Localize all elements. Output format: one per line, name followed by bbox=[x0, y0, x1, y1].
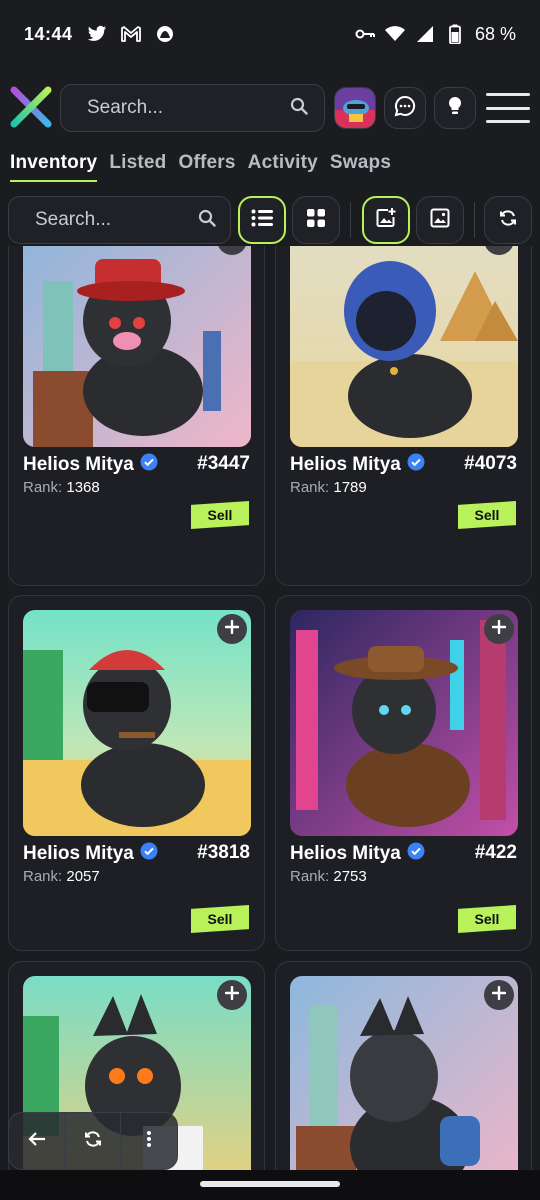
nft-collection-name: Helios Mitya bbox=[290, 843, 401, 864]
battery-percent: 68 % bbox=[474, 23, 516, 44]
tips-button[interactable] bbox=[434, 87, 476, 129]
rank-value: 2057 bbox=[66, 868, 100, 885]
sell-button[interactable]: Sell bbox=[458, 905, 516, 933]
home-gesture-handle[interactable] bbox=[200, 1181, 340, 1187]
nft-card[interactable]: Helios Mitya #4073 Rank: 1789 Sell bbox=[275, 246, 532, 586]
image-icon bbox=[430, 208, 450, 233]
signal-icon bbox=[415, 24, 435, 44]
app-header bbox=[0, 80, 540, 136]
plus-icon bbox=[491, 985, 507, 1005]
tab-swaps[interactable]: Swaps bbox=[330, 152, 391, 182]
battery-icon bbox=[445, 24, 465, 44]
twitter-icon bbox=[87, 24, 107, 44]
chat-button[interactable] bbox=[384, 87, 426, 129]
nft-collection-name: Helios Mitya bbox=[23, 454, 134, 475]
floating-nav bbox=[8, 1112, 178, 1170]
add-to-selection-button[interactable] bbox=[217, 614, 247, 644]
plus-icon bbox=[224, 619, 240, 639]
verified-badge-icon bbox=[140, 842, 158, 866]
nft-rank: Rank: 2753 bbox=[290, 868, 367, 885]
list-view-icon bbox=[251, 209, 273, 232]
avatar[interactable] bbox=[334, 87, 376, 129]
header-search-input[interactable] bbox=[87, 97, 290, 119]
refresh-icon bbox=[84, 1130, 102, 1153]
chat-icon bbox=[394, 95, 416, 122]
verified-badge-icon bbox=[407, 842, 425, 866]
inventory-toolbar bbox=[0, 194, 540, 246]
sell-button[interactable]: Sell bbox=[458, 501, 516, 529]
rank-value: 2753 bbox=[333, 868, 367, 885]
nft-image[interactable] bbox=[290, 246, 518, 447]
nft-token-number: #3818 bbox=[197, 842, 250, 863]
search-icon[interactable] bbox=[198, 209, 216, 232]
plus-icon bbox=[224, 985, 240, 1005]
add-to-selection-button[interactable] bbox=[484, 614, 514, 644]
plus-icon bbox=[492, 246, 506, 250]
nft-token-number: #422 bbox=[474, 842, 517, 863]
nft-image[interactable] bbox=[23, 246, 251, 447]
app-notification-icon bbox=[155, 24, 175, 44]
nft-card[interactable]: Helios Mitya #3818 Rank: 2057 Sell bbox=[8, 595, 265, 951]
add-to-selection-button[interactable] bbox=[484, 980, 514, 1010]
inventory-search-field[interactable] bbox=[8, 196, 231, 244]
more-button[interactable] bbox=[121, 1112, 177, 1170]
nft-grid: Helios Mitya #3447 Rank: 1368 Sell Helio… bbox=[0, 246, 540, 1170]
tab-inventory[interactable]: Inventory bbox=[10, 152, 98, 182]
grid-view-button[interactable] bbox=[292, 196, 340, 244]
vpn-key-icon bbox=[355, 24, 375, 44]
verified-badge-icon bbox=[140, 453, 158, 477]
inventory-search-input[interactable] bbox=[35, 209, 198, 231]
nft-token-number: #4073 bbox=[464, 453, 517, 474]
nft-rank: Rank: 1789 bbox=[290, 479, 367, 496]
gmail-icon bbox=[120, 24, 141, 44]
list-view-button[interactable] bbox=[238, 196, 286, 244]
nft-rank: Rank: 1368 bbox=[23, 479, 100, 496]
nft-card[interactable]: Helios Mitya #3447 Rank: 1368 Sell bbox=[8, 246, 265, 586]
more-vertical-icon bbox=[146, 1130, 152, 1153]
tab-offers[interactable]: Offers bbox=[178, 152, 235, 182]
rank-label: Rank: bbox=[290, 479, 330, 496]
nft-card[interactable]: Helios Mitya #422 Rank: 2753 Sell bbox=[275, 595, 532, 951]
refresh-button[interactable] bbox=[484, 196, 532, 244]
status-time: 14:44 bbox=[24, 23, 73, 44]
wifi-icon bbox=[384, 24, 405, 44]
rank-label: Rank: bbox=[290, 868, 330, 885]
lightbulb-icon bbox=[447, 96, 463, 121]
nft-image[interactable] bbox=[23, 610, 251, 836]
verified-badge-icon bbox=[407, 453, 425, 477]
status-bar: 14:44 68 % bbox=[0, 0, 540, 68]
nft-token-number: #3447 bbox=[197, 453, 250, 474]
nft-image[interactable] bbox=[290, 610, 518, 836]
sell-button[interactable]: Sell bbox=[191, 905, 249, 933]
grid-view-icon bbox=[306, 208, 326, 233]
inventory-tabs: Inventory Listed Offers Activity Swaps bbox=[10, 152, 391, 186]
system-gesture-bar bbox=[0, 1170, 540, 1200]
logo-x-icon[interactable] bbox=[10, 86, 52, 128]
rank-label: Rank: bbox=[23, 479, 63, 496]
search-icon[interactable] bbox=[290, 97, 308, 120]
arrow-left-icon bbox=[27, 1131, 46, 1152]
image-view-button[interactable] bbox=[416, 196, 464, 244]
header-search-field[interactable] bbox=[60, 84, 325, 132]
nft-collection-name: Helios Mitya bbox=[23, 843, 134, 864]
nft-image[interactable] bbox=[290, 976, 518, 1170]
rank-label: Rank: bbox=[23, 868, 63, 885]
hamburger-menu-icon[interactable] bbox=[486, 93, 530, 123]
back-button[interactable] bbox=[9, 1112, 65, 1170]
rank-value: 1789 bbox=[333, 479, 367, 496]
add-to-selection-button[interactable] bbox=[217, 980, 247, 1010]
sell-button[interactable]: Sell bbox=[191, 501, 249, 529]
add-image-icon bbox=[375, 207, 397, 234]
tab-activity[interactable]: Activity bbox=[248, 152, 318, 182]
plus-icon bbox=[491, 619, 507, 639]
refresh-icon bbox=[499, 209, 517, 232]
rank-value: 1368 bbox=[66, 479, 100, 496]
nft-card[interactable] bbox=[275, 961, 532, 1170]
nft-collection-name: Helios Mitya bbox=[290, 454, 401, 475]
tab-listed[interactable]: Listed bbox=[109, 152, 166, 182]
plus-icon bbox=[225, 246, 239, 250]
add-image-button[interactable] bbox=[362, 196, 410, 244]
reload-button[interactable] bbox=[65, 1112, 121, 1170]
nft-rank: Rank: 2057 bbox=[23, 868, 100, 885]
